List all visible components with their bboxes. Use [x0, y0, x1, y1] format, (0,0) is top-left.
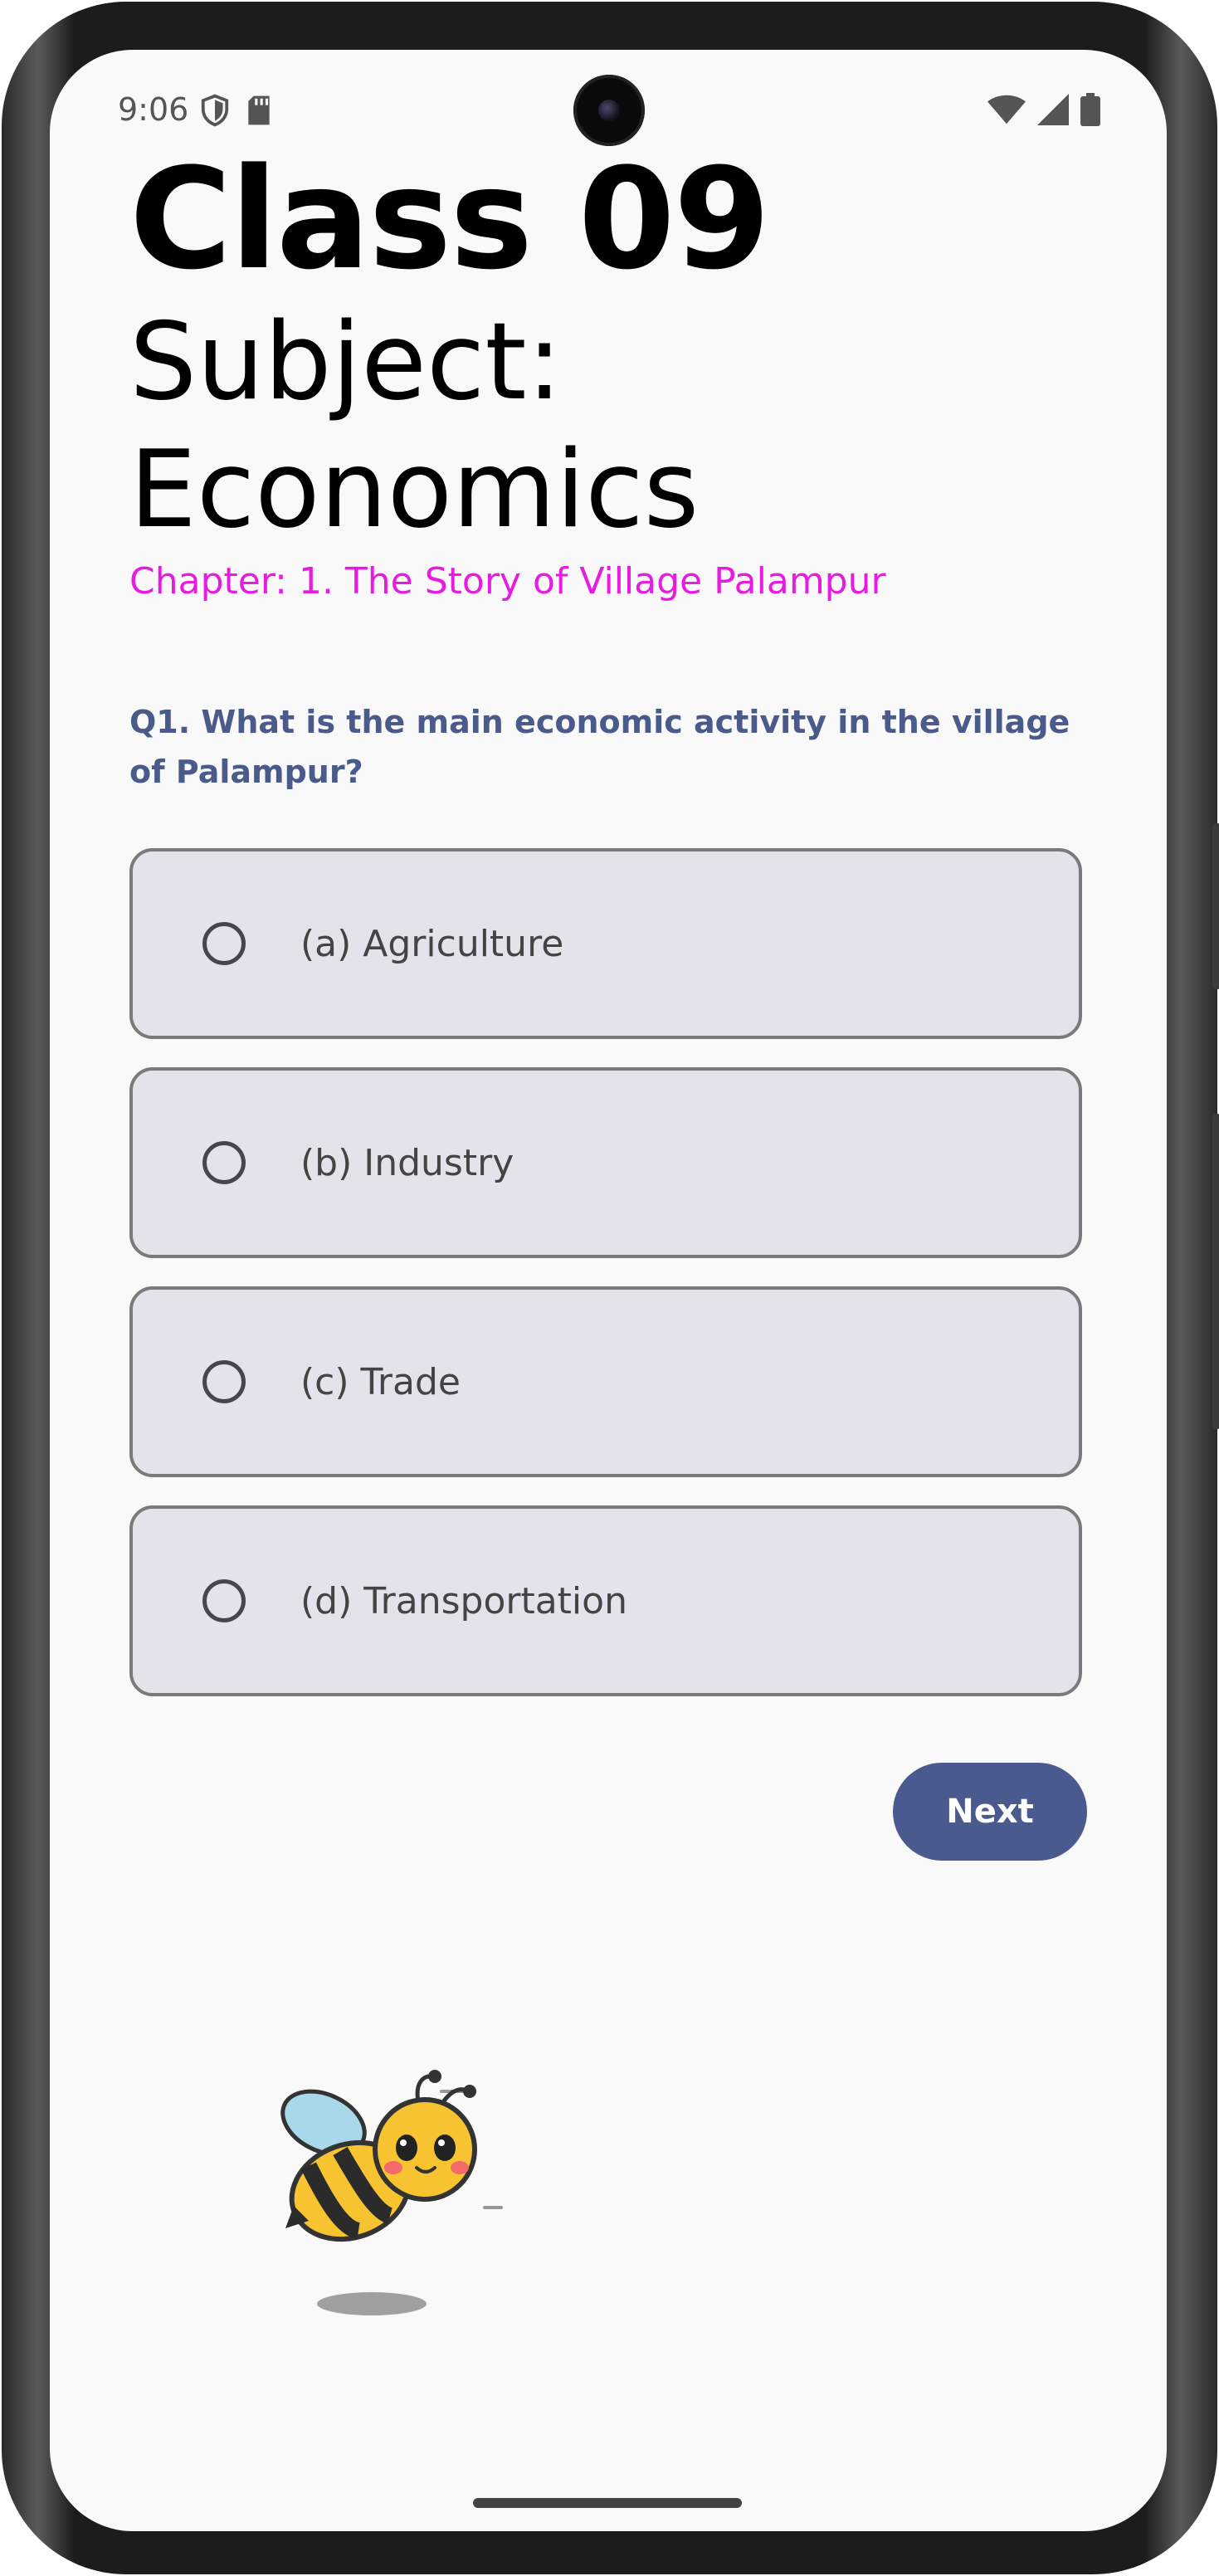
option-b[interactable]: (b) Industry	[129, 1067, 1082, 1258]
option-d[interactable]: (d) Transportation	[129, 1505, 1082, 1696]
bee-mascot-icon	[280, 2070, 503, 2315]
option-a[interactable]: (a) Agriculture	[129, 848, 1082, 1039]
radio-button-icon[interactable]	[202, 1360, 246, 1403]
option-label: (c) Trade	[300, 1360, 461, 1403]
radio-button-icon[interactable]	[202, 1141, 246, 1184]
option-label: (d) Transportation	[300, 1579, 627, 1622]
subject-heading: Subject: Economics	[129, 300, 700, 552]
radio-button-icon[interactable]	[202, 922, 246, 965]
sd-card-icon	[248, 95, 270, 125]
volume-button	[1212, 823, 1219, 989]
phone-frame: 9:06 Class 09 Subject: Economics Chapter…	[2, 2, 1219, 2574]
app-screen: 9:06 Class 09 Subject: Economics Chapter…	[50, 50, 1167, 2531]
page-title: Class 09	[129, 138, 771, 300]
front-camera	[573, 75, 645, 146]
status-time: 9:06	[118, 91, 189, 128]
option-label: (a) Agriculture	[300, 922, 564, 965]
status-icons-left	[199, 93, 272, 128]
radio-button-icon[interactable]	[202, 1579, 246, 1622]
shield-icon	[201, 94, 229, 127]
status-icons-right	[987, 93, 1100, 126]
question-text: Q1. What is the main economic activity i…	[129, 704, 1070, 790]
option-label: (b) Industry	[300, 1141, 514, 1184]
wifi-icon	[987, 95, 1026, 124]
cellular-signal-icon	[1037, 94, 1069, 125]
battery-icon	[1080, 93, 1100, 126]
chapter-label: Chapter: 1. The Story of Village Palampu…	[129, 560, 886, 603]
option-c[interactable]: (c) Trade	[129, 1286, 1082, 1477]
power-button	[1212, 1114, 1219, 1429]
home-indicator[interactable]	[473, 2498, 742, 2508]
next-button[interactable]: Next	[893, 1763, 1087, 1861]
